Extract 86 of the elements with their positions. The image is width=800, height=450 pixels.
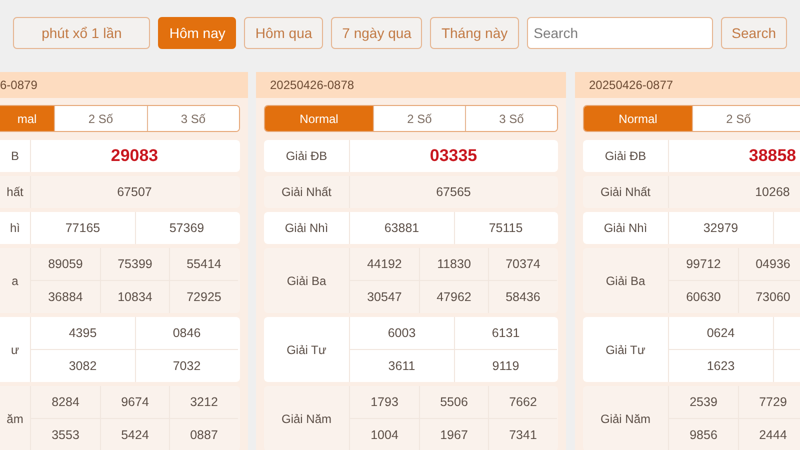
prize-label: hì <box>0 212 31 244</box>
prize-number: 7032 <box>134 350 238 382</box>
prize-number: 7729 <box>738 386 800 418</box>
prize-number: 3212 <box>169 386 238 418</box>
prize-number: 67565 <box>435 184 472 201</box>
prize-label: Giải Nhì <box>583 212 669 244</box>
prize-label: a <box>0 248 31 313</box>
prize-number: 4395 <box>68 325 98 342</box>
draw-id: 6-0879 <box>0 72 248 98</box>
prize-number: 04936 <box>738 248 800 280</box>
prize-number: 89059 <box>47 256 84 273</box>
prize-label: hất <box>0 176 31 208</box>
prize-number: 2444 <box>738 419 800 450</box>
search-field[interactable]: Search <box>526 17 713 49</box>
prize-number: 5424 <box>100 419 169 450</box>
prize-number: 1004 <box>370 427 400 444</box>
prize-label: ư <box>0 317 31 382</box>
prize-label: Giải Năm <box>264 386 350 450</box>
prize-number: 1967 <box>419 419 488 450</box>
prize-number: 38858 <box>748 145 798 167</box>
prize-number: 9856 <box>688 427 718 444</box>
draw-id: 20250426-0877 <box>575 72 800 98</box>
tab[interactable]: mal <box>0 106 54 131</box>
prize-number: 5506 <box>419 386 488 418</box>
prize-number: 0846 <box>134 317 238 349</box>
prize-label: Giải Nhì <box>264 212 350 244</box>
prize-number: 72925 <box>169 281 238 313</box>
tab[interactable]: Normal <box>584 106 692 131</box>
prize-label: Giải Tư <box>264 317 350 382</box>
prize-label: Giải Ba <box>583 248 669 313</box>
filter-button[interactable]: Tháng này <box>430 17 519 49</box>
tab[interactable]: Normal <box>265 106 373 131</box>
prize-number: 60630 <box>685 289 722 306</box>
prize-number: 7341 <box>488 419 557 450</box>
prize-number: 10834 <box>100 281 169 313</box>
prize-number: 3553 <box>50 427 80 444</box>
prize-number: 73060 <box>738 281 800 313</box>
prize-number: 11830 <box>419 248 488 280</box>
prize-label: ăm <box>0 386 31 450</box>
prize-label: Giải Tư <box>583 317 669 382</box>
prize-number: 47962 <box>419 281 488 313</box>
prize-number: 0624 <box>706 325 736 342</box>
prize-number: 32979 <box>702 220 740 237</box>
prize-number: 1623 <box>706 358 736 375</box>
prize-number: 58436 <box>488 281 557 313</box>
filter-button[interactable]: Hôm nay <box>158 17 236 49</box>
tab[interactable]: 3 Số <box>465 106 557 131</box>
prize-number: 75399 <box>100 248 169 280</box>
prize-number: 29083 <box>110 145 160 167</box>
prize-number: 9674 <box>100 386 169 418</box>
prize-label: Giải Nhất <box>583 176 669 208</box>
tab[interactable]: 3 Số <box>146 106 239 131</box>
prize-label: Giải Năm <box>583 386 669 450</box>
filter-button[interactable]: Hôm qua <box>244 17 324 49</box>
prize-number: 7662 <box>488 386 557 418</box>
prize-label: Giải Ba <box>264 248 350 313</box>
prize-number: 8284 <box>50 394 80 411</box>
prize-label: Giải ĐB <box>583 140 669 172</box>
prize-number: 3611 <box>387 358 416 375</box>
prize-number: 44192 <box>366 256 403 273</box>
prize-label: B <box>0 140 31 172</box>
prize-number: 77165 <box>64 220 102 237</box>
prize-label: Giải Nhất <box>264 176 350 208</box>
prize-label: Giải ĐB <box>264 140 350 172</box>
prize-number: 6003 <box>386 325 417 342</box>
prize-number: 0887 <box>169 419 238 450</box>
prize-number: 36884 <box>47 289 84 306</box>
prize-number: 99712 <box>685 256 722 273</box>
prize-number: 63881 <box>383 220 420 237</box>
prize-number: 1793 <box>370 394 400 411</box>
prize-number: 3082 <box>68 358 98 375</box>
filter-button[interactable]: phút xổ 1 lần <box>13 17 150 49</box>
prize-number: 10268 <box>754 184 791 201</box>
prize-number: 2539 <box>688 394 718 411</box>
prize-number: 57369 <box>134 212 238 244</box>
prize-number: 6131 <box>454 317 557 349</box>
prize-number: 03335 <box>428 145 478 167</box>
search-button[interactable]: Search <box>720 17 787 49</box>
prize-number: 70374 <box>488 248 557 280</box>
prize-number: 55414 <box>169 248 238 280</box>
prize-number: 75115 <box>454 212 557 244</box>
prize-number: 9119 <box>454 350 557 382</box>
draw-id: 20250426-0878 <box>256 72 566 98</box>
filter-button[interactable]: 7 ngày qua <box>331 17 422 49</box>
prize-number: 30547 <box>366 289 403 306</box>
prize-number: 67507 <box>116 184 153 201</box>
